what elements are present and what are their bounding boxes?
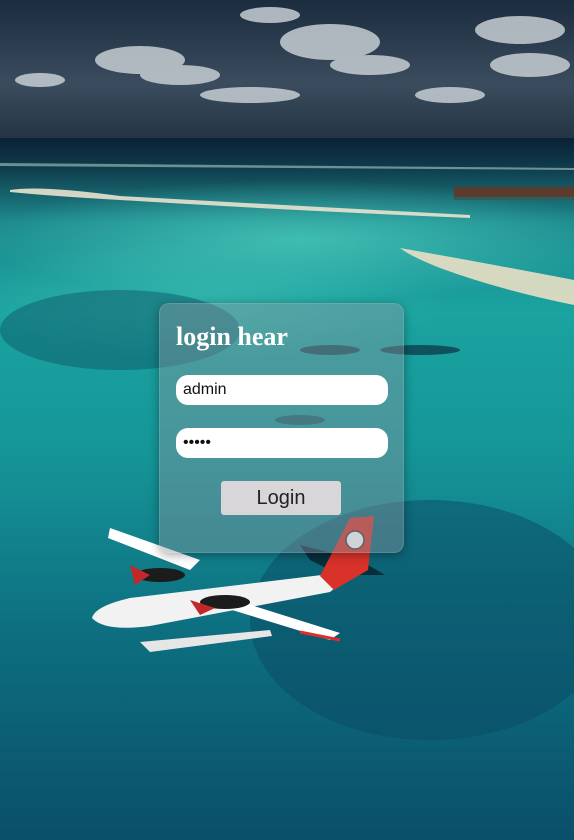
login-card: login hear Login	[159, 303, 404, 553]
username-input[interactable]	[176, 375, 388, 405]
login-button[interactable]: Login	[221, 481, 341, 515]
login-title: login hear	[176, 322, 288, 351]
password-input[interactable]	[176, 428, 388, 458]
